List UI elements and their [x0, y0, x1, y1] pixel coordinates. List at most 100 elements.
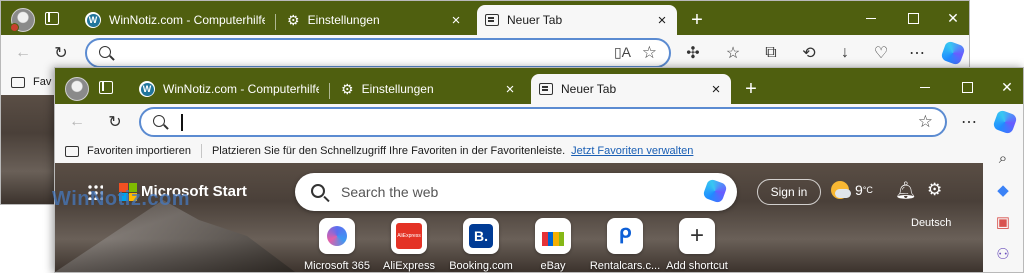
divider: [200, 144, 202, 158]
shortcut-label: Booking.com: [449, 260, 513, 272]
favorite-star-icon[interactable]: ☆: [918, 112, 933, 132]
notification-dot-icon: [10, 23, 19, 32]
browser-window: W WinNotiz.com - Computerhilfe u ⚙ Einst…: [54, 67, 1024, 273]
tab-einstellungen[interactable]: ⚙ Einstellungen ×: [333, 74, 525, 104]
settings-gear-icon[interactable]: ⚙: [927, 180, 942, 200]
gear-icon: ⚙: [287, 12, 300, 28]
toolbar: ← ↻ ☆ ⋯: [55, 104, 1023, 140]
toolbar: ← ↻ ▯Α ☆ ✣ ☆ ⧉ ⟲ ↓ ♡ ⋯: [1, 35, 969, 71]
booking-icon: B.: [469, 224, 493, 248]
wordpress-icon: W: [139, 81, 155, 97]
favorites-icon[interactable]: ☆: [721, 41, 745, 65]
shortcut-ebay[interactable]: eBay: [515, 218, 591, 272]
manage-favorites-link[interactable]: Jetzt Favoriten verwalten: [571, 145, 693, 157]
search-icon: [99, 46, 111, 58]
microsoft365-icon: [327, 226, 347, 246]
tab-winnotiz[interactable]: W WinNotiz.com - Computerhilfe u: [77, 5, 273, 35]
tab-neuer-tab[interactable]: Neuer Tab ×: [531, 74, 731, 104]
search-icon[interactable]: ⌕: [993, 148, 1013, 168]
new-tab-icon: [485, 14, 499, 26]
profile-avatar[interactable]: [10, 8, 35, 32]
downloads-icon[interactable]: ↓: [833, 41, 857, 65]
collections-icon[interactable]: ⧉: [759, 41, 783, 65]
minimize-button[interactable]: [857, 7, 885, 29]
close-tab-icon[interactable]: ×: [449, 13, 463, 28]
tab-separator: [275, 14, 276, 30]
tab-title: Einstellungen: [361, 82, 434, 96]
close-tab-icon[interactable]: ×: [655, 13, 669, 28]
weather-widget[interactable]: 9 °C: [831, 181, 873, 199]
language-label[interactable]: Deutsch: [911, 217, 951, 229]
shopping-tag-icon[interactable]: ◆: [993, 180, 1013, 200]
favorites-fragment[interactable]: Fav: [33, 76, 51, 88]
shortcut-label: Add shortcut: [666, 260, 728, 272]
people-icon[interactable]: ⚇: [993, 244, 1013, 264]
copilot-icon[interactable]: [940, 40, 966, 66]
tab-title: Einstellungen: [307, 13, 380, 27]
close-window-button[interactable]: ✕: [939, 7, 967, 29]
import-favorites-label[interactable]: Favoriten importieren: [87, 145, 191, 157]
tab-title: Neuer Tab: [561, 82, 617, 96]
refresh-icon[interactable]: ↻: [103, 110, 127, 134]
shortcut-label: AliExpress: [383, 260, 435, 272]
gear-icon: ⚙: [341, 81, 354, 97]
refresh-icon[interactable]: ↻: [49, 41, 73, 65]
tab-title: Neuer Tab: [507, 13, 563, 27]
profile-avatar[interactable]: [65, 77, 89, 101]
tab-title: WinNotiz.com - Computerhilfe u: [109, 13, 265, 27]
more-menu-icon[interactable]: ⋯: [957, 110, 981, 134]
new-tab-button[interactable]: +: [685, 9, 709, 33]
shortcut-aliexpress[interactable]: AliExpress AliExpress: [371, 218, 447, 272]
rentalcars-icon: ᑭ: [618, 225, 632, 248]
extensions-icon[interactable]: ✣: [681, 41, 705, 65]
back-arrow-icon[interactable]: ←: [11, 41, 35, 65]
tab-winnotiz[interactable]: W WinNotiz.com - Computerhilfe u: [131, 74, 327, 104]
close-tab-icon[interactable]: ×: [503, 82, 517, 97]
reader-view-icon[interactable]: ▯Α: [614, 44, 631, 61]
tab-actions-icon[interactable]: [45, 12, 59, 25]
close-tab-icon[interactable]: ×: [709, 82, 723, 97]
new-tab-button[interactable]: +: [739, 78, 763, 102]
web-search-box[interactable]: Search the web: [295, 173, 737, 211]
search-icon: [311, 184, 325, 198]
shortcut-label: Rentalcars.c...: [589, 260, 661, 272]
notifications-bell-icon[interactable]: 🔔︎: [895, 181, 917, 201]
import-favorites-icon[interactable]: [11, 76, 25, 88]
tab-actions-icon[interactable]: [99, 81, 113, 94]
import-favorites-icon[interactable]: [65, 145, 79, 157]
shortcut-add[interactable]: + Add shortcut: [659, 218, 735, 272]
new-tab-icon: [539, 83, 553, 95]
favorites-hint: Platzieren Sie für den Schnellzugriff Ih…: [211, 145, 566, 157]
shortcut-booking[interactable]: B. Booking.com: [443, 218, 519, 272]
tab-einstellungen[interactable]: ⚙ Einstellungen ×: [279, 5, 471, 35]
edge-sidebar: ⌕ ◆ ▣ ⚇: [983, 140, 1023, 272]
sign-in-button[interactable]: Sign in: [757, 179, 821, 205]
minimize-button[interactable]: [911, 76, 939, 98]
health-icon[interactable]: ♡: [869, 41, 893, 65]
copilot-icon[interactable]: [702, 178, 728, 204]
close-window-button[interactable]: ✕: [993, 76, 1021, 98]
shortcut-microsoft365[interactable]: Microsoft 365: [299, 218, 375, 272]
maximize-button[interactable]: [899, 7, 927, 29]
maximize-button[interactable]: [953, 76, 981, 98]
aliexpress-icon: AliExpress: [396, 223, 422, 249]
copilot-icon[interactable]: [992, 109, 1018, 135]
plus-icon: +: [689, 222, 704, 249]
tab-neuer-tab[interactable]: Neuer Tab ×: [477, 5, 677, 35]
address-bar[interactable]: ▯Α ☆: [85, 38, 671, 68]
title-bar: W WinNotiz.com - Computerhilfe u ⚙ Einst…: [1, 1, 969, 35]
favorite-star-icon[interactable]: ☆: [642, 43, 657, 63]
weather-temp: 9: [855, 182, 863, 198]
search-icon: [153, 115, 165, 127]
address-bar[interactable]: ☆: [139, 107, 947, 137]
search-placeholder: Search the web: [341, 184, 439, 200]
wordpress-icon: W: [85, 12, 101, 28]
partly-cloudy-icon: [831, 181, 851, 199]
new-tab-page: Microsoft Start Search the web Sign in 9…: [55, 163, 983, 272]
watermark: WinNotiz.com: [52, 188, 191, 210]
shortcut-rentalcars[interactable]: ᑭ Rentalcars.c...: [587, 218, 663, 272]
toolbox-icon[interactable]: ▣: [993, 212, 1013, 232]
back-arrow-icon[interactable]: ←: [65, 110, 89, 134]
history-icon[interactable]: ⟲: [797, 41, 821, 65]
more-menu-icon[interactable]: ⋯: [905, 41, 929, 65]
